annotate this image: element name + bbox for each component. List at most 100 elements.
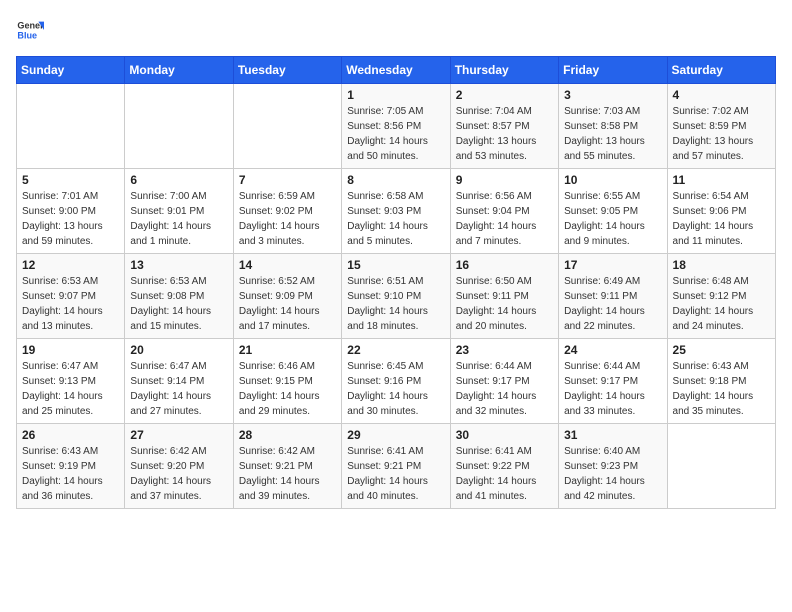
calendar-cell: 23Sunrise: 6:44 AMSunset: 9:17 PMDayligh… bbox=[450, 339, 558, 424]
calendar-cell: 5 Sunrise: 7:01 AMSunset: 9:00 PMDaylight… bbox=[17, 169, 125, 254]
day-info: Sunrise: 6:53 AMSunset: 9:08 PMDaylight:… bbox=[130, 274, 227, 334]
calendar-cell: 19 Sunrise: 6:47 AMSunset: 9:13 PMDayligh… bbox=[17, 339, 125, 424]
day-info: Sunrise: 6:56 AMSunset: 9:04 PMDaylight:… bbox=[456, 189, 553, 249]
calendar-cell bbox=[17, 84, 125, 169]
calendar-cell: 14 Sunrise: 6:52 AMSunset: 9:09 PMDayligh… bbox=[233, 254, 341, 339]
page-header: General Blue bbox=[16, 16, 776, 44]
day-number: 7 bbox=[239, 173, 336, 187]
day-number: 19 bbox=[22, 343, 119, 357]
day-info: Sunrise: 6:54 AMSunset: 9:06 PMDaylight:… bbox=[673, 189, 770, 249]
calendar-cell: 10Sunrise: 6:55 AMSunset: 9:05 PMDayligh… bbox=[559, 169, 667, 254]
day-number: 13 bbox=[130, 258, 227, 272]
day-info: Sunrise: 6:44 AMSunset: 9:17 PMDaylight:… bbox=[564, 359, 661, 419]
day-info: Sunrise: 6:41 AMSunset: 9:22 PMDaylight:… bbox=[456, 444, 553, 504]
calendar-cell: 25 Sunrise: 6:43 AMSunset: 9:18 PMDayligh… bbox=[667, 339, 775, 424]
day-info: Sunrise: 6:43 AMSunset: 9:18 PMDaylight:… bbox=[673, 359, 770, 419]
weekday-header: Monday bbox=[125, 57, 233, 84]
calendar-cell: 11 Sunrise: 6:54 AMSunset: 9:06 PMDayligh… bbox=[667, 169, 775, 254]
day-info: Sunrise: 6:40 AMSunset: 9:23 PMDaylight:… bbox=[564, 444, 661, 504]
calendar-cell: 21 Sunrise: 6:46 AMSunset: 9:15 PMDayligh… bbox=[233, 339, 341, 424]
calendar-cell: 22Sunrise: 6:45 AMSunset: 9:16 PMDayligh… bbox=[342, 339, 450, 424]
day-number: 14 bbox=[239, 258, 336, 272]
day-number: 15 bbox=[347, 258, 444, 272]
weekday-header: Tuesday bbox=[233, 57, 341, 84]
day-number: 2 bbox=[456, 88, 553, 102]
day-number: 24 bbox=[564, 343, 661, 357]
day-number: 20 bbox=[130, 343, 227, 357]
day-info: Sunrise: 6:41 AMSunset: 9:21 PMDaylight:… bbox=[347, 444, 444, 504]
calendar-cell: 15 Sunrise: 6:51 AMSunset: 9:10 PMDayligh… bbox=[342, 254, 450, 339]
calendar-cell: 2Sunrise: 7:04 AMSunset: 8:57 PMDaylight… bbox=[450, 84, 558, 169]
day-info: Sunrise: 6:47 AMSunset: 9:14 PMDaylight:… bbox=[130, 359, 227, 419]
day-number: 18 bbox=[673, 258, 770, 272]
calendar-cell: 3Sunrise: 7:03 AMSunset: 8:58 PMDaylight… bbox=[559, 84, 667, 169]
calendar-week-row: 12Sunrise: 6:53 AMSunset: 9:07 PMDayligh… bbox=[17, 254, 776, 339]
day-info: Sunrise: 7:05 AMSunset: 8:56 PMDaylight:… bbox=[347, 104, 444, 164]
day-number: 17 bbox=[564, 258, 661, 272]
calendar-week-row: 19 Sunrise: 6:47 AMSunset: 9:13 PMDayligh… bbox=[17, 339, 776, 424]
calendar-cell bbox=[233, 84, 341, 169]
calendar-cell: 27 Sunrise: 6:42 AMSunset: 9:20 PMDayligh… bbox=[125, 424, 233, 509]
calendar-body: 1Sunrise: 7:05 AMSunset: 8:56 PMDaylight… bbox=[17, 84, 776, 509]
calendar-cell: 6Sunrise: 7:00 AMSunset: 9:01 PMDaylight… bbox=[125, 169, 233, 254]
calendar-table: SundayMondayTuesdayWednesdayThursdayFrid… bbox=[16, 56, 776, 509]
calendar-cell: 7 Sunrise: 6:59 AMSunset: 9:02 PMDaylight… bbox=[233, 169, 341, 254]
day-info: Sunrise: 6:59 AMSunset: 9:02 PMDaylight:… bbox=[239, 189, 336, 249]
calendar-cell: 4 Sunrise: 7:02 AMSunset: 8:59 PMDaylight… bbox=[667, 84, 775, 169]
weekday-header: Friday bbox=[559, 57, 667, 84]
weekday-header: Saturday bbox=[667, 57, 775, 84]
calendar-week-row: 26 Sunrise: 6:43 AMSunset: 9:19 PMDayligh… bbox=[17, 424, 776, 509]
day-info: Sunrise: 6:49 AMSunset: 9:11 PMDaylight:… bbox=[564, 274, 661, 334]
calendar-cell: 9Sunrise: 6:56 AMSunset: 9:04 PMDaylight… bbox=[450, 169, 558, 254]
day-number: 5 bbox=[22, 173, 119, 187]
day-number: 30 bbox=[456, 428, 553, 442]
day-info: Sunrise: 6:42 AMSunset: 9:21 PMDaylight:… bbox=[239, 444, 336, 504]
weekday-header: Sunday bbox=[17, 57, 125, 84]
day-number: 29 bbox=[347, 428, 444, 442]
day-info: Sunrise: 7:02 AMSunset: 8:59 PMDaylight:… bbox=[673, 104, 770, 164]
day-number: 27 bbox=[130, 428, 227, 442]
calendar-cell bbox=[667, 424, 775, 509]
calendar-week-row: 5 Sunrise: 7:01 AMSunset: 9:00 PMDaylight… bbox=[17, 169, 776, 254]
day-info: Sunrise: 6:43 AMSunset: 9:19 PMDaylight:… bbox=[22, 444, 119, 504]
calendar-cell: 24 Sunrise: 6:44 AMSunset: 9:17 PMDayligh… bbox=[559, 339, 667, 424]
logo: General Blue bbox=[16, 16, 44, 44]
day-number: 6 bbox=[130, 173, 227, 187]
calendar-cell: 12Sunrise: 6:53 AMSunset: 9:07 PMDayligh… bbox=[17, 254, 125, 339]
day-number: 21 bbox=[239, 343, 336, 357]
calendar-cell: 1Sunrise: 7:05 AMSunset: 8:56 PMDaylight… bbox=[342, 84, 450, 169]
day-number: 26 bbox=[22, 428, 119, 442]
day-number: 16 bbox=[456, 258, 553, 272]
day-number: 4 bbox=[673, 88, 770, 102]
day-number: 31 bbox=[564, 428, 661, 442]
day-info: Sunrise: 6:48 AMSunset: 9:12 PMDaylight:… bbox=[673, 274, 770, 334]
calendar-cell: 31 Sunrise: 6:40 AMSunset: 9:23 PMDayligh… bbox=[559, 424, 667, 509]
day-info: Sunrise: 6:51 AMSunset: 9:10 PMDaylight:… bbox=[347, 274, 444, 334]
day-number: 8 bbox=[347, 173, 444, 187]
day-number: 28 bbox=[239, 428, 336, 442]
calendar-cell: 28 Sunrise: 6:42 AMSunset: 9:21 PMDayligh… bbox=[233, 424, 341, 509]
day-info: Sunrise: 6:46 AMSunset: 9:15 PMDaylight:… bbox=[239, 359, 336, 419]
weekday-header: Thursday bbox=[450, 57, 558, 84]
day-info: Sunrise: 6:47 AMSunset: 9:13 PMDaylight:… bbox=[22, 359, 119, 419]
day-number: 25 bbox=[673, 343, 770, 357]
calendar-header: SundayMondayTuesdayWednesdayThursdayFrid… bbox=[17, 57, 776, 84]
day-info: Sunrise: 7:01 AMSunset: 9:00 PMDaylight:… bbox=[22, 189, 119, 249]
day-info: Sunrise: 6:50 AMSunset: 9:11 PMDaylight:… bbox=[456, 274, 553, 334]
day-info: Sunrise: 6:52 AMSunset: 9:09 PMDaylight:… bbox=[239, 274, 336, 334]
day-info: Sunrise: 6:45 AMSunset: 9:16 PMDaylight:… bbox=[347, 359, 444, 419]
calendar-cell: 13 Sunrise: 6:53 AMSunset: 9:08 PMDayligh… bbox=[125, 254, 233, 339]
day-info: Sunrise: 6:42 AMSunset: 9:20 PMDaylight:… bbox=[130, 444, 227, 504]
calendar-cell: 17 Sunrise: 6:49 AMSunset: 9:11 PMDayligh… bbox=[559, 254, 667, 339]
weekday-header: Wednesday bbox=[342, 57, 450, 84]
day-number: 10 bbox=[564, 173, 661, 187]
calendar-cell: 30 Sunrise: 6:41 AMSunset: 9:22 PMDayligh… bbox=[450, 424, 558, 509]
calendar-cell: 20 Sunrise: 6:47 AMSunset: 9:14 PMDayligh… bbox=[125, 339, 233, 424]
calendar-cell: 29 Sunrise: 6:41 AMSunset: 9:21 PMDayligh… bbox=[342, 424, 450, 509]
day-number: 11 bbox=[673, 173, 770, 187]
calendar-cell: 8Sunrise: 6:58 AMSunset: 9:03 PMDaylight… bbox=[342, 169, 450, 254]
calendar-cell bbox=[125, 84, 233, 169]
day-number: 12 bbox=[22, 258, 119, 272]
day-number: 3 bbox=[564, 88, 661, 102]
calendar-week-row: 1Sunrise: 7:05 AMSunset: 8:56 PMDaylight… bbox=[17, 84, 776, 169]
